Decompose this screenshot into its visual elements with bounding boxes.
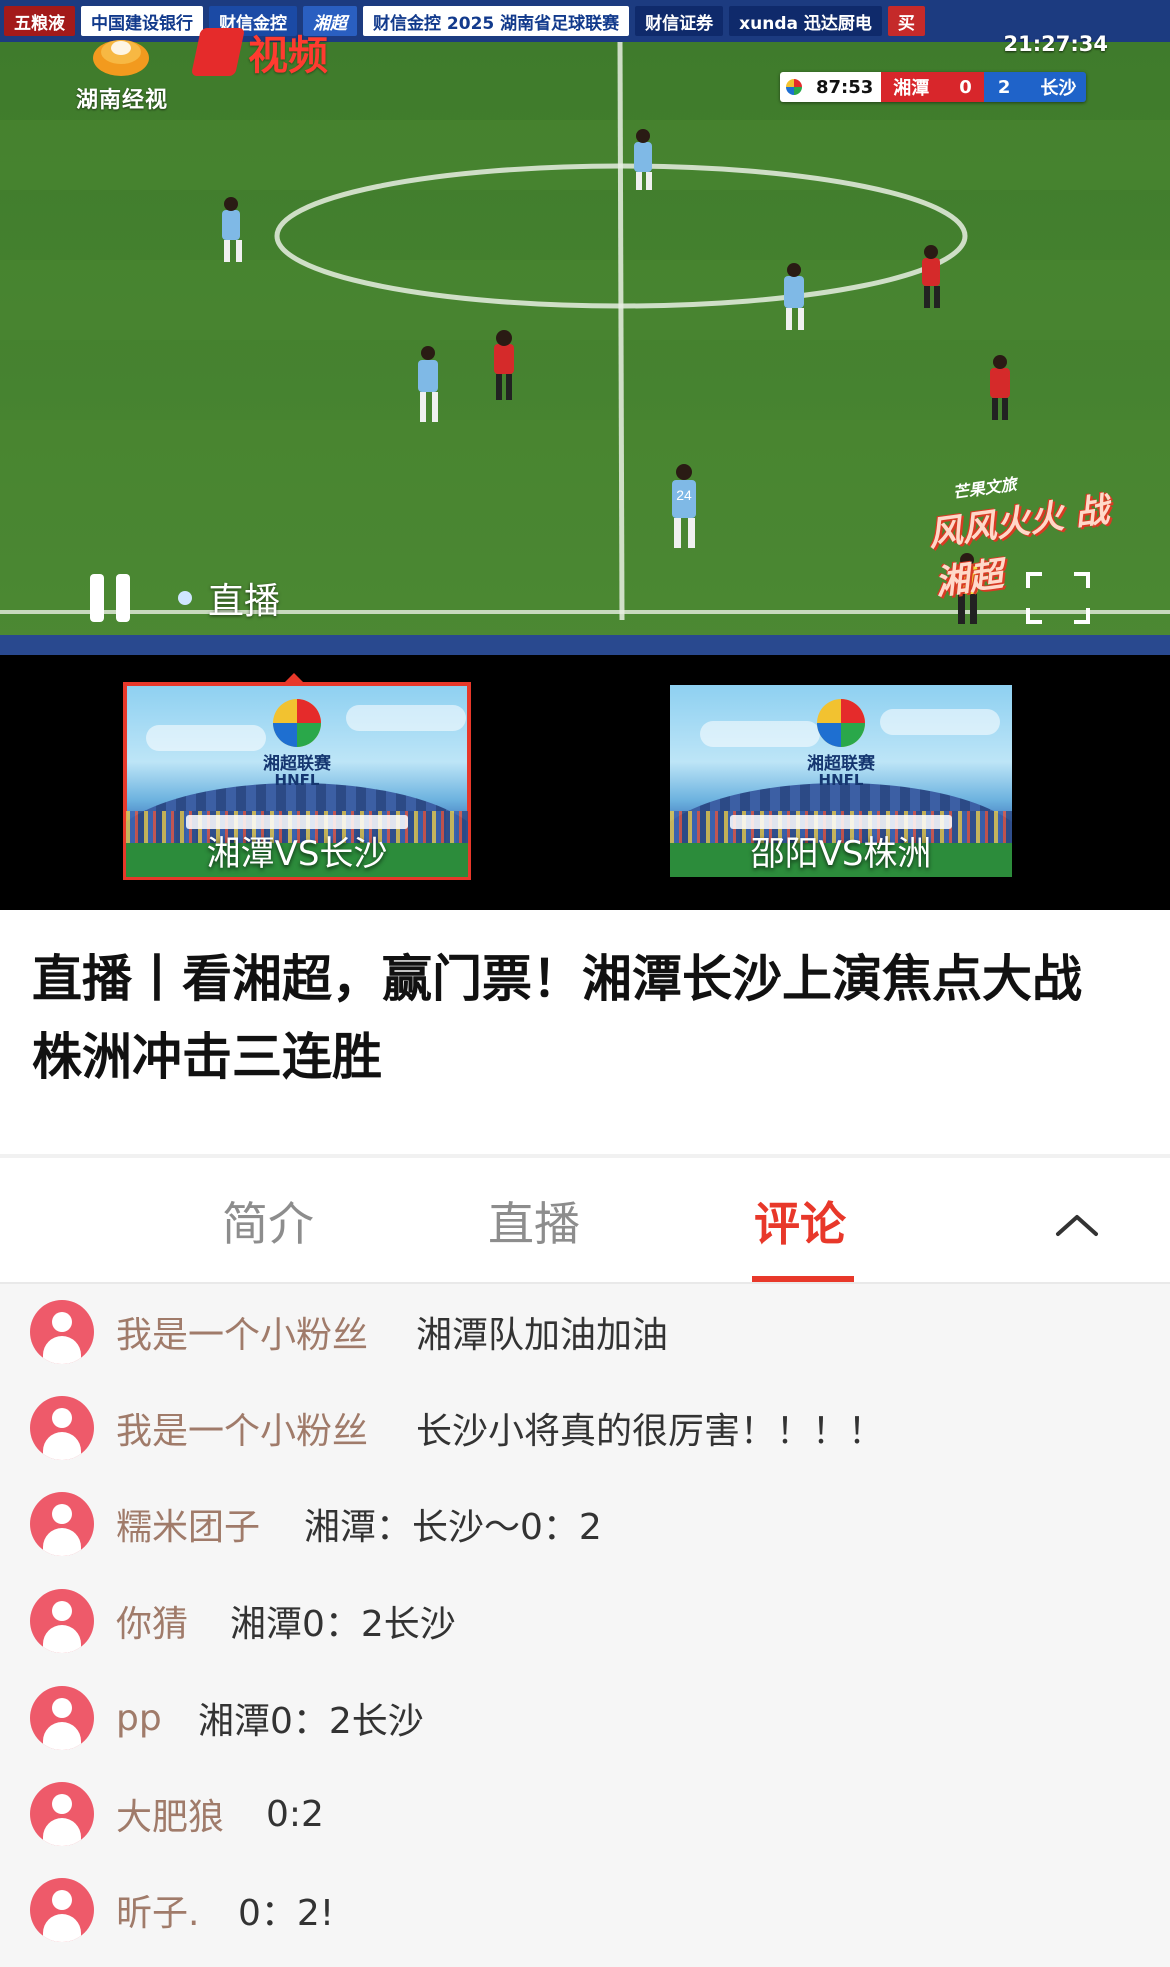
- user-avatar-icon[interactable]: [30, 1589, 94, 1653]
- player-number: 24: [676, 487, 692, 503]
- comment-text: 湘潭：长沙～0：2: [304, 1507, 602, 1548]
- user-avatar-icon[interactable]: [30, 1396, 94, 1460]
- user-avatar-icon[interactable]: [30, 1782, 94, 1846]
- pause-icon: [90, 574, 104, 622]
- user-avatar-icon[interactable]: [30, 1300, 94, 1364]
- comment-list: 我是一个小粉丝 湘潭队加油加油 我是一个小粉丝 长沙小将真的很厉害！！！！ 糯米…: [0, 1284, 1170, 1967]
- match-card-shaoyang-zhuzhou[interactable]: 湘超联赛 HNFL 邵阳VS株洲: [670, 685, 1012, 877]
- match-caption: 湘潭VS长沙: [206, 834, 388, 874]
- content-tabs: 简介 直播 评论: [0, 1158, 1170, 1282]
- comment-item: 我是一个小粉丝 湘潭队加油加油: [0, 1284, 1170, 1380]
- comment-item: 昕子. 0：2!: [0, 1862, 1170, 1958]
- fullscreen-icon[interactable]: [1026, 572, 1090, 624]
- comment-username[interactable]: 大肥狼: [116, 1788, 224, 1840]
- comment-text: 湘潭0：2长沙: [198, 1701, 424, 1742]
- tab-comments[interactable]: 评论: [754, 1188, 846, 1254]
- tab-intro[interactable]: 简介: [222, 1188, 314, 1254]
- comment-username[interactable]: 你猜: [116, 1595, 188, 1647]
- comment-text: 湘潭队加油加油: [416, 1315, 669, 1356]
- match-card-xiangtan-changsha[interactable]: 湘超联赛 HNFL 湘潭VS长沙: [123, 682, 471, 880]
- comment-username[interactable]: 我是一个小粉丝: [116, 1306, 368, 1358]
- match-caption: 邵阳VS株洲: [750, 834, 932, 874]
- comment-text: 长沙小将真的很厉害！！！！: [416, 1411, 885, 1452]
- comment-username[interactable]: 糯米团子: [116, 1498, 260, 1550]
- comment-text: 0：2!: [238, 1893, 335, 1934]
- comment-username[interactable]: 昕子.: [116, 1884, 199, 1936]
- comment-text: 0:2: [266, 1793, 324, 1835]
- league-emblem-icon: [273, 699, 321, 747]
- comment-item: 糯米团子 湘潭：长沙～0：2: [0, 1476, 1170, 1572]
- league-name-en: HNFL: [274, 771, 320, 789]
- pause-button[interactable]: [90, 574, 132, 622]
- league-emblem-icon: [817, 699, 865, 747]
- user-avatar-icon[interactable]: [30, 1686, 94, 1750]
- comment-item: pp 湘潭0：2长沙: [0, 1670, 1170, 1766]
- tab-live[interactable]: 直播: [488, 1188, 580, 1254]
- comment-username[interactable]: 我是一个小粉丝: [116, 1402, 368, 1454]
- comment-username[interactable]: pp: [116, 1698, 162, 1739]
- comment-item: 你猜 湘潭0：2长沙: [0, 1573, 1170, 1669]
- league-name-en: HNFL: [818, 771, 864, 789]
- live-dot-icon: [178, 591, 192, 605]
- chevron-up-icon[interactable]: [1052, 1210, 1102, 1240]
- user-avatar-icon[interactable]: [30, 1492, 94, 1556]
- match-switcher: 湘超联赛 HNFL 湘潭VS长沙 湘超联赛 HNFL 邵阳VS株洲: [0, 655, 1170, 910]
- live-indicator: 直播: [178, 574, 280, 622]
- bottom-ad-board: [0, 635, 1170, 655]
- user-avatar-icon[interactable]: [30, 1878, 94, 1942]
- comment-item: 大肥狼 0:2: [0, 1766, 1170, 1862]
- video-player[interactable]: 五粮液 中国建设银行 财信金控 湘超 财信金控 2025 湖南省足球联赛 财信证…: [0, 0, 1170, 655]
- comment-text: 湘潭0：2长沙: [230, 1604, 456, 1645]
- live-label: 直播: [208, 581, 281, 622]
- article-title: 直播丨看湘超，赢门票！湘潭长沙上演焦点大战 株洲冲击三连胜: [32, 950, 1082, 1086]
- comment-item: 我是一个小粉丝 长沙小将真的很厉害！！！！: [0, 1380, 1170, 1476]
